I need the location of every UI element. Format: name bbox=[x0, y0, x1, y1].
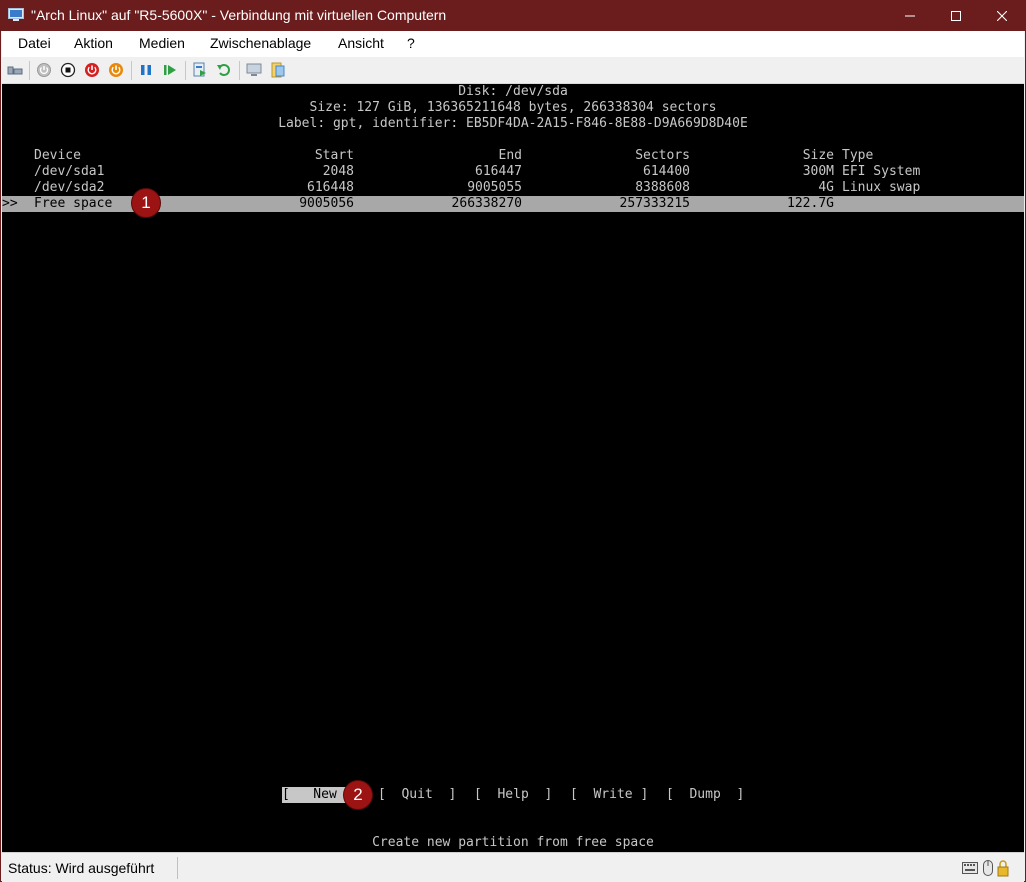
close-icon bbox=[997, 11, 1007, 21]
row-size: 300M bbox=[802, 164, 834, 179]
resume-icon[interactable] bbox=[162, 62, 178, 78]
row-device: /dev/sda1 bbox=[34, 164, 105, 179]
row-sectors: 257333215 bbox=[619, 196, 690, 211]
row-sectors: 8388608 bbox=[635, 180, 690, 195]
row-size: 122.7G bbox=[787, 196, 834, 211]
row-type: Linux swap bbox=[842, 180, 921, 195]
header-device: Device bbox=[34, 148, 81, 163]
menu-help[interactable]: ? bbox=[407, 35, 415, 51]
row-start: 616448 bbox=[307, 180, 354, 195]
row-start: 2048 bbox=[322, 164, 354, 179]
row-sectors: 614400 bbox=[643, 164, 690, 179]
minimize-icon bbox=[905, 15, 915, 17]
vm-connection-window: "Arch Linux" auf "R5-5600X" - Verbindung… bbox=[0, 0, 1026, 882]
row-end: 266338270 bbox=[451, 196, 522, 211]
status-bar: Status: Wird ausgeführt bbox=[2, 852, 1024, 882]
checkpoint-icon[interactable] bbox=[192, 62, 208, 78]
header-sectors: Sectors bbox=[635, 148, 690, 163]
action-hint: Create new partition from free space bbox=[372, 835, 654, 850]
keyboard-icon bbox=[962, 862, 978, 874]
close-button[interactable] bbox=[979, 1, 1025, 31]
menu-zwischenablage[interactable]: Zwischenablage bbox=[210, 35, 311, 51]
menu-datei[interactable]: Datei bbox=[18, 35, 51, 51]
menu-bar: Datei Aktion Medien Zwischenablage Ansic… bbox=[2, 31, 1024, 57]
toolbar-separator bbox=[29, 61, 30, 80]
row-end: 9005055 bbox=[467, 180, 522, 195]
window-title: "Arch Linux" auf "R5-5600X" - Verbindung… bbox=[31, 7, 447, 23]
mouse-icon bbox=[983, 860, 993, 876]
menu-aktion[interactable]: Aktion bbox=[74, 35, 113, 51]
row-device: Free space bbox=[34, 196, 113, 211]
header-size: Size bbox=[802, 148, 834, 163]
row-type: EFI System bbox=[842, 164, 921, 179]
header-end: End bbox=[498, 148, 522, 163]
shutdown-icon[interactable] bbox=[84, 62, 100, 78]
toolbar bbox=[2, 57, 1024, 84]
disk-size: Size: 127 GiB, 136365211648 bytes, 26633… bbox=[309, 100, 717, 115]
title-bar[interactable]: "Arch Linux" auf "R5-5600X" - Verbindung… bbox=[1, 1, 1025, 31]
dump-button[interactable]: [ Dump ] bbox=[666, 787, 744, 803]
row-device: /dev/sda2 bbox=[34, 180, 105, 195]
menu-medien[interactable]: Medien bbox=[139, 35, 185, 51]
pause-icon[interactable] bbox=[138, 62, 154, 78]
stop-icon[interactable] bbox=[60, 62, 76, 78]
disk-label: Label: gpt, identifier: EB5DF4DA-2A15-F8… bbox=[278, 116, 748, 131]
toolbar-separator bbox=[239, 61, 240, 80]
disk-name: Disk: /dev/sda bbox=[458, 84, 568, 99]
minimize-button[interactable] bbox=[887, 1, 933, 31]
maximize-icon bbox=[951, 11, 961, 21]
maximize-button[interactable] bbox=[933, 1, 979, 31]
revert-icon[interactable] bbox=[216, 62, 232, 78]
start-icon[interactable] bbox=[36, 62, 52, 78]
help-button[interactable]: [ Help ] bbox=[474, 787, 552, 803]
header-start: Start bbox=[314, 148, 354, 163]
row-size: 4G bbox=[818, 180, 834, 195]
save-state-icon[interactable] bbox=[108, 62, 124, 78]
menu-ansicht[interactable]: Ansicht bbox=[338, 35, 384, 51]
vm-console[interactable]: Disk: /dev/sda Size: 127 GiB, 1363652116… bbox=[2, 84, 1024, 852]
vm-connection-icon bbox=[8, 8, 24, 21]
ctrl-alt-del-icon[interactable] bbox=[7, 62, 23, 78]
write-button[interactable]: [ Write ] bbox=[570, 787, 648, 803]
status-separator bbox=[177, 857, 178, 879]
toolbar-separator bbox=[185, 61, 186, 80]
lock-icon bbox=[997, 860, 1009, 877]
row-start: 9005056 bbox=[299, 196, 354, 211]
share-icon[interactable] bbox=[270, 62, 286, 78]
toolbar-separator bbox=[131, 61, 132, 80]
annotation-badge-2: 2 bbox=[343, 780, 373, 810]
selection-marker: >> bbox=[2, 196, 18, 211]
annotation-badge-1: 1 bbox=[131, 188, 161, 218]
enhanced-session-icon[interactable] bbox=[246, 62, 262, 78]
quit-button[interactable]: [ Quit ] bbox=[378, 787, 456, 803]
row-end: 616447 bbox=[475, 164, 522, 179]
status-text: Status: Wird ausgeführt bbox=[8, 860, 155, 876]
header-type: Type bbox=[842, 148, 874, 163]
